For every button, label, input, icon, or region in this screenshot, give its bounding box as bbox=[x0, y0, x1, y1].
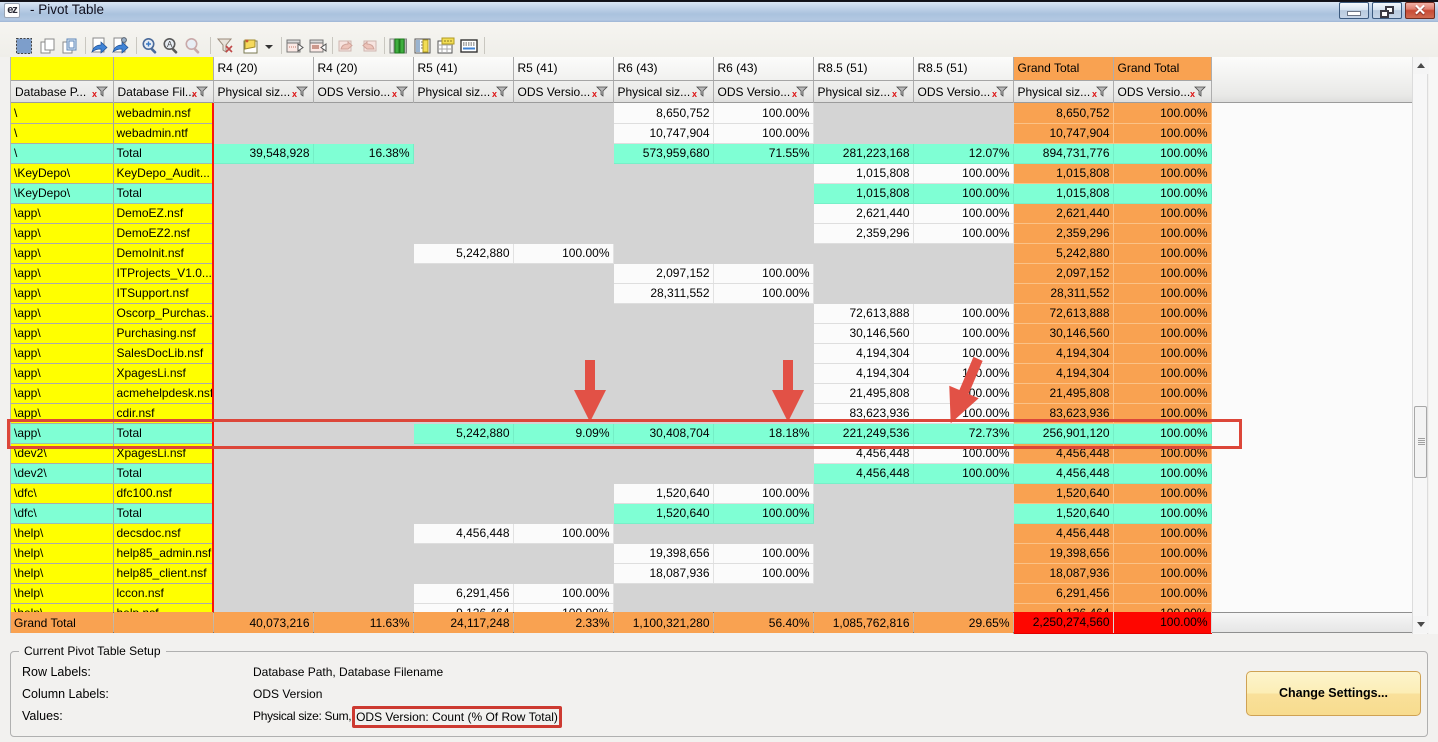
svg-text:x: x bbox=[1190, 89, 1195, 98]
svg-text:A: A bbox=[167, 40, 173, 49]
svg-text:x: x bbox=[792, 89, 797, 98]
svg-text:x: x bbox=[192, 89, 197, 98]
svg-text:x: x bbox=[692, 89, 697, 98]
svg-text:x: x bbox=[992, 89, 997, 98]
svg-text:x: x bbox=[392, 89, 397, 98]
svg-text:x: x bbox=[92, 89, 97, 98]
svg-text:x: x bbox=[292, 89, 297, 98]
svg-text:x: x bbox=[492, 89, 497, 98]
svg-text:x: x bbox=[592, 89, 597, 98]
svg-text:x: x bbox=[892, 89, 897, 98]
svg-text:x: x bbox=[1092, 89, 1097, 98]
